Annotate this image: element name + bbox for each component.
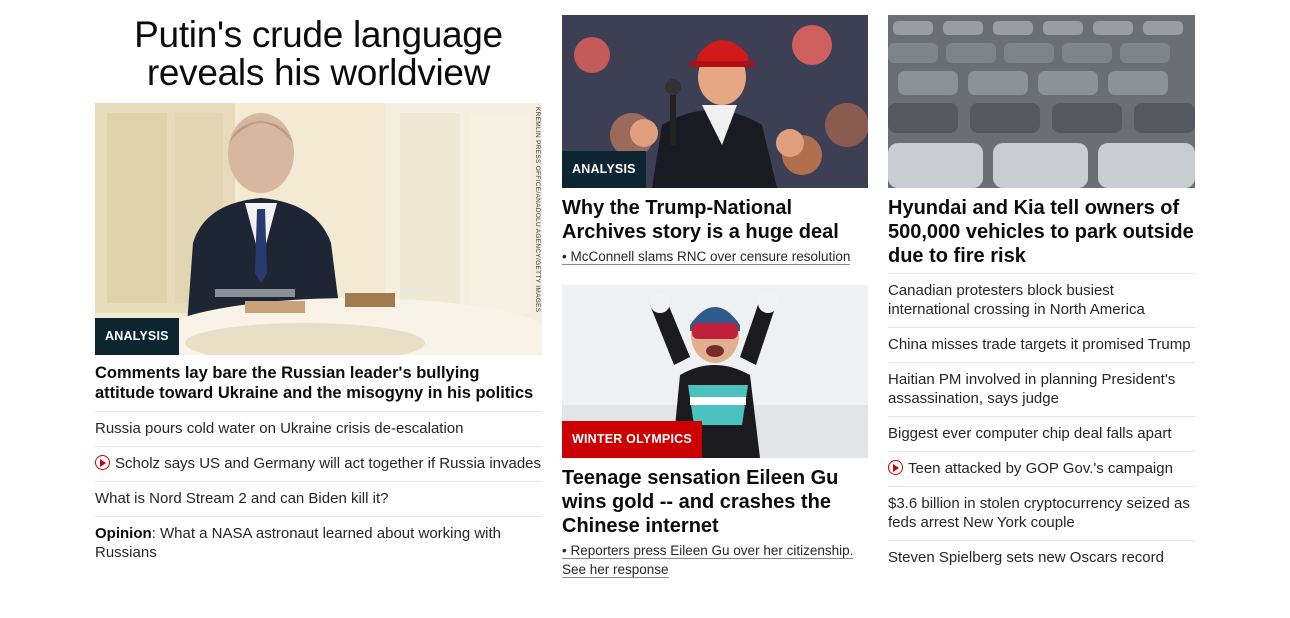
analysis-badge: ANALYSIS <box>95 318 179 355</box>
headline-list: Canadian protesters block busiest intern… <box>888 273 1195 575</box>
item-text: Canadian protesters block busiest intern… <box>888 282 1145 318</box>
eileen-gu-photo-container[interactable]: WINTER OLYMPICS <box>562 285 868 458</box>
item-text: : What a NASA astronaut learned about wo… <box>95 525 502 561</box>
putin-photo-container[interactable]: KREMLIN PRESS OFFICE/ANADOLU AGENCY/GETT… <box>95 103 542 355</box>
story-title[interactable]: Hyundai and Kia tell owners of 500,000 v… <box>888 196 1195 273</box>
list-item[interactable]: What is Nord Stream 2 and can Biden kill… <box>95 481 542 516</box>
item-text: Teen attacked by GOP Gov.'s campaign <box>908 460 1173 477</box>
list-item[interactable]: Scholz says US and Germany will act toge… <box>95 446 542 481</box>
list-item[interactable]: $3.6 billion in stolen cryptocurrency se… <box>888 486 1195 540</box>
item-text: China misses trade targets it promised T… <box>888 336 1191 353</box>
trump-photo-container[interactable]: ANALYSIS <box>562 15 868 188</box>
list-item[interactable]: Haitian PM involved in planning Presiden… <box>888 362 1195 416</box>
list-item[interactable]: Biggest ever computer chip deal falls ap… <box>888 416 1195 451</box>
video-play-icon <box>888 460 903 475</box>
right-column: Hyundai and Kia tell owners of 500,000 v… <box>888 0 1195 575</box>
list-item[interactable]: Russia pours cold water on Ukraine crisi… <box>95 411 542 446</box>
list-item[interactable]: Canadian protesters block busiest intern… <box>888 273 1195 327</box>
story-title[interactable]: Teenage sensation Eileen Gu wins gold --… <box>562 466 868 538</box>
main-story-column: Putin's crude language reveals his world… <box>95 0 542 570</box>
winter-olympics-badge: WINTER OLYMPICS <box>562 421 702 458</box>
sub-link[interactable]: • McConnell slams RNC over censure resol… <box>562 247 868 266</box>
list-item[interactable]: Opinion: What a NASA astronaut learned a… <box>95 516 542 570</box>
analysis-badge: ANALYSIS <box>562 151 646 188</box>
item-text: What is Nord Stream 2 and can Biden kill… <box>95 490 389 507</box>
list-item[interactable]: China misses trade targets it promised T… <box>888 327 1195 362</box>
main-headline[interactable]: Putin's crude language reveals his world… <box>95 16 542 103</box>
parked-cars-photo <box>888 15 1195 188</box>
item-text: Scholz says US and Germany will act toge… <box>115 455 542 472</box>
item-text: Haitian PM involved in planning Presiden… <box>888 371 1176 407</box>
photo-credit: KREMLIN PRESS OFFICE/ANADOLU AGENCY/GETT… <box>534 107 541 313</box>
video-play-icon <box>95 455 110 470</box>
middle-column: ANALYSIS Why the Trump-National Archives… <box>562 0 868 579</box>
sub-link-text: • Reporters press Eileen Gu over her cit… <box>562 543 854 578</box>
story-title[interactable]: Why the Trump-National Archives story is… <box>562 196 868 244</box>
item-text: $3.6 billion in stolen cryptocurrency se… <box>888 495 1190 531</box>
cars-photo-container[interactable] <box>888 15 1195 188</box>
item-text: Biggest ever computer chip deal falls ap… <box>888 425 1172 442</box>
opinion-label: Opinion <box>95 525 152 542</box>
sub-link[interactable]: • Reporters press Eileen Gu over her cit… <box>562 541 868 579</box>
sub-link-text: • McConnell slams RNC over censure resol… <box>562 249 851 265</box>
list-item[interactable]: Teen attacked by GOP Gov.'s campaign <box>888 451 1195 486</box>
lead-story-title[interactable]: Comments lay bare the Russian leader's b… <box>95 363 542 411</box>
list-item[interactable]: Steven Spielberg sets new Oscars record <box>888 540 1195 575</box>
related-list: Russia pours cold water on Ukraine crisi… <box>95 411 542 570</box>
item-text: Steven Spielberg sets new Oscars record <box>888 549 1164 566</box>
item-text: Russia pours cold water on Ukraine crisi… <box>95 420 464 437</box>
